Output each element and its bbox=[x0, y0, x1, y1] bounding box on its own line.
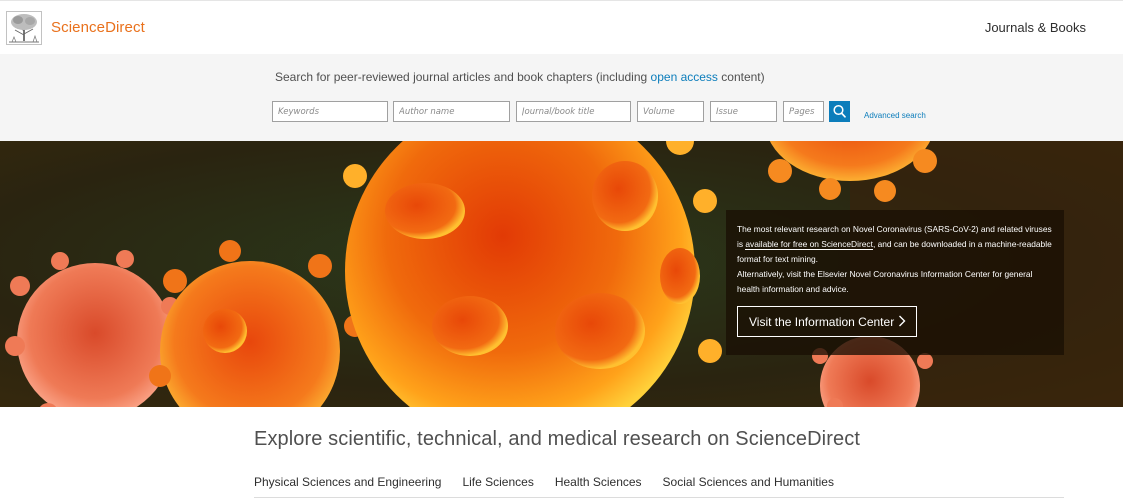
search-button[interactable] bbox=[829, 101, 850, 122]
journal-title-input[interactable] bbox=[516, 101, 631, 122]
subject-area-tabs: Physical Sciences and Engineering Life S… bbox=[254, 475, 834, 489]
promo-alternative-text: Alternatively, visit the Elsevier Novel … bbox=[737, 269, 1033, 294]
journals-books-link[interactable]: Journals & Books bbox=[985, 20, 1086, 35]
available-free-link[interactable]: available for free on ScienceDirect bbox=[745, 239, 873, 250]
search-intro: Search for peer-reviewed journal article… bbox=[275, 70, 765, 84]
elsevier-tree-logo-icon[interactable] bbox=[6, 11, 42, 45]
explore-heading: Explore scientific, technical, and medic… bbox=[254, 428, 860, 450]
keywords-input[interactable] bbox=[272, 101, 388, 122]
search-icon bbox=[833, 104, 846, 118]
volume-input[interactable] bbox=[637, 101, 704, 122]
subject-divider bbox=[254, 497, 1064, 498]
subject-health-sciences[interactable]: Health Sciences bbox=[555, 475, 642, 489]
author-name-input[interactable] bbox=[393, 101, 510, 122]
hero-banner: The most relevant research on Novel Coro… bbox=[0, 141, 1123, 407]
visit-information-center-label: Visit the Information Center bbox=[749, 314, 895, 329]
subject-life-sciences[interactable]: Life Sciences bbox=[462, 475, 533, 489]
promo-text: The most relevant research on Novel Coro… bbox=[737, 222, 1053, 297]
search-panel: Search for peer-reviewed journal article… bbox=[0, 54, 1123, 141]
subject-social-sciences-humanities[interactable]: Social Sciences and Humanities bbox=[663, 475, 834, 489]
open-access-link[interactable]: open access bbox=[651, 70, 718, 84]
coronavirus-promo-box: The most relevant research on Novel Coro… bbox=[726, 210, 1064, 355]
search-intro-text-end: content) bbox=[717, 70, 765, 84]
issue-input[interactable] bbox=[710, 101, 777, 122]
pages-input[interactable] bbox=[783, 101, 824, 122]
search-intro-text: Search for peer-reviewed journal article… bbox=[275, 70, 651, 84]
brand-link[interactable]: ScienceDirect bbox=[51, 19, 145, 36]
subject-physical-sciences-engineering[interactable]: Physical Sciences and Engineering bbox=[254, 475, 441, 489]
advanced-search-link[interactable]: Advanced search bbox=[864, 111, 926, 120]
site-header: ScienceDirect Journals & Books bbox=[0, 0, 1123, 54]
chevron-right-icon bbox=[899, 315, 906, 327]
visit-information-center-button[interactable]: Visit the Information Center bbox=[737, 306, 917, 337]
